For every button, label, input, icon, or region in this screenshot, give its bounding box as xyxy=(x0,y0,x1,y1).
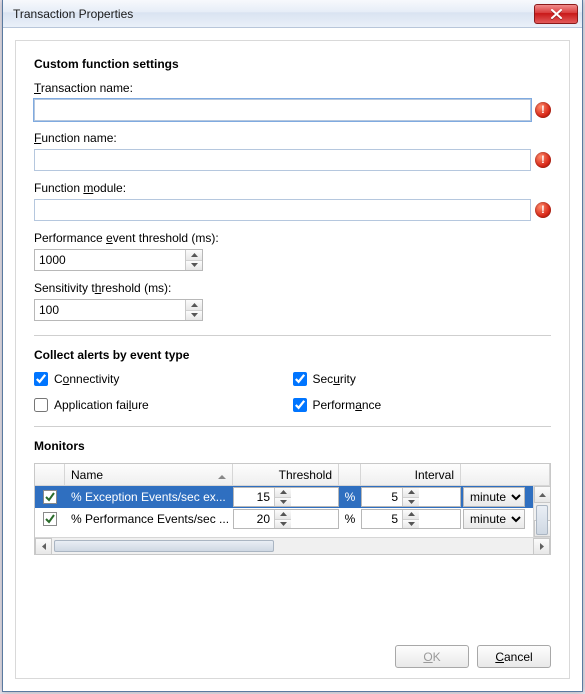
cancel-button[interactable]: Cancel xyxy=(477,645,551,668)
col-unit[interactable] xyxy=(339,464,361,485)
scroll-left-icon[interactable] xyxy=(35,538,52,555)
spinner-buttons[interactable] xyxy=(185,300,202,320)
perf-threshold-spinner[interactable] xyxy=(34,249,203,271)
custom-settings-heading: Custom function settings xyxy=(34,57,551,71)
scroll-up-icon[interactable] xyxy=(534,486,550,503)
row-interval-unit[interactable]: minutes xyxy=(461,508,533,530)
appfailure-checkbox[interactable]: Application failure xyxy=(34,398,293,412)
scroll-track[interactable] xyxy=(534,503,550,520)
performance-checkbox[interactable]: Performance xyxy=(293,398,552,412)
spin-up-icon[interactable] xyxy=(275,488,291,498)
interval-spinner[interactable] xyxy=(361,487,461,507)
col-interval-unit[interactable] xyxy=(461,464,550,485)
monitors-table: Name Threshold Interval % Exception Even… xyxy=(34,463,551,555)
threshold-spinner[interactable] xyxy=(233,487,339,507)
spin-down-icon[interactable] xyxy=(275,520,291,529)
interval-unit-select[interactable]: minutes xyxy=(463,487,525,507)
security-checkbox-input[interactable] xyxy=(293,372,307,386)
transaction-name-input[interactable] xyxy=(34,99,531,121)
dialog-window: Transaction Properties Custom function s… xyxy=(2,0,583,692)
spin-down-icon[interactable] xyxy=(275,498,291,507)
collect-alerts-heading: Collect alerts by event type xyxy=(34,348,551,362)
row-interval[interactable] xyxy=(361,508,461,530)
monitors-header-row: Name Threshold Interval xyxy=(35,464,550,486)
row-unit: % xyxy=(339,486,361,508)
appfailure-checkbox-input[interactable] xyxy=(34,398,48,412)
col-threshold[interactable]: Threshold xyxy=(233,464,339,485)
window-title: Transaction Properties xyxy=(13,7,133,21)
connectivity-checkbox-input[interactable] xyxy=(34,372,48,386)
row-checkbox[interactable] xyxy=(43,490,57,504)
row-name: % Exception Events/sec ex... xyxy=(65,486,233,508)
spin-down-icon[interactable] xyxy=(186,311,202,321)
row-checkbox[interactable] xyxy=(43,512,57,526)
table-row[interactable]: % Performance Events/sec ...% minutes xyxy=(35,508,533,530)
function-module-label: Function module: xyxy=(34,181,551,195)
transaction-name-label: Transaction name: xyxy=(34,81,551,95)
divider xyxy=(34,335,551,336)
vertical-scrollbar[interactable] xyxy=(533,486,550,537)
function-name-label: Function name: xyxy=(34,131,551,145)
spin-up-icon[interactable] xyxy=(403,510,419,520)
sort-asc-icon xyxy=(218,470,226,484)
spin-down-icon[interactable] xyxy=(186,261,202,271)
scroll-thumb[interactable] xyxy=(536,505,548,535)
row-threshold[interactable] xyxy=(233,486,339,508)
perf-threshold-label: Performance event threshold (ms): xyxy=(34,231,551,245)
security-checkbox[interactable]: Security xyxy=(293,372,552,386)
row-unit: % xyxy=(339,508,361,530)
row-enable-cell[interactable] xyxy=(35,508,65,530)
monitors-body: % Exception Events/sec ex...%minutes% Pe… xyxy=(35,486,550,537)
row-interval[interactable] xyxy=(361,486,461,508)
threshold-input[interactable] xyxy=(234,510,274,528)
scroll-right-icon[interactable] xyxy=(533,538,550,555)
divider xyxy=(34,426,551,427)
alert-checkbox-grid: Connectivity Security Application failur… xyxy=(34,372,551,412)
ok-button[interactable]: OK xyxy=(395,645,469,668)
spin-up-icon[interactable] xyxy=(186,300,202,311)
scroll-track[interactable] xyxy=(52,538,533,554)
table-row[interactable]: % Exception Events/sec ex...% minutes xyxy=(35,486,533,508)
monitors-heading: Monitors xyxy=(34,439,551,453)
close-icon xyxy=(551,9,562,19)
horizontal-scrollbar[interactable] xyxy=(35,537,550,554)
dialog-footer: OK Cancel xyxy=(395,645,551,668)
function-name-input[interactable] xyxy=(34,149,531,171)
content-frame: Custom function settings Transaction nam… xyxy=(15,40,570,679)
error-icon: ! xyxy=(535,202,551,218)
row-interval-unit[interactable]: minutes xyxy=(461,486,533,508)
spinner-buttons[interactable] xyxy=(185,250,202,270)
error-icon: ! xyxy=(535,102,551,118)
spin-up-icon[interactable] xyxy=(403,488,419,498)
col-enable[interactable] xyxy=(35,464,65,485)
row-threshold[interactable] xyxy=(233,508,339,530)
function-module-input[interactable] xyxy=(34,199,531,221)
col-name[interactable]: Name xyxy=(65,464,233,485)
scroll-thumb[interactable] xyxy=(54,540,274,552)
spin-down-icon[interactable] xyxy=(403,520,419,529)
error-icon: ! xyxy=(535,152,551,168)
spin-up-icon[interactable] xyxy=(186,250,202,261)
row-enable-cell[interactable] xyxy=(35,486,65,508)
performance-checkbox-input[interactable] xyxy=(293,398,307,412)
sens-threshold-input[interactable] xyxy=(35,300,185,320)
sens-threshold-label: Sensitivity threshold (ms): xyxy=(34,281,551,295)
interval-input[interactable] xyxy=(362,488,402,506)
threshold-input[interactable] xyxy=(234,488,274,506)
perf-threshold-input[interactable] xyxy=(35,250,185,270)
connectivity-checkbox[interactable]: Connectivity xyxy=(34,372,293,386)
spin-up-icon[interactable] xyxy=(275,510,291,520)
interval-spinner[interactable] xyxy=(361,509,461,529)
row-name: % Performance Events/sec ... xyxy=(65,508,233,530)
threshold-spinner[interactable] xyxy=(233,509,339,529)
titlebar: Transaction Properties xyxy=(3,0,582,28)
close-button[interactable] xyxy=(534,4,578,24)
sens-threshold-spinner[interactable] xyxy=(34,299,203,321)
interval-input[interactable] xyxy=(362,510,402,528)
interval-unit-select[interactable]: minutes xyxy=(463,509,525,529)
col-interval[interactable]: Interval xyxy=(361,464,461,485)
spin-down-icon[interactable] xyxy=(403,498,419,507)
